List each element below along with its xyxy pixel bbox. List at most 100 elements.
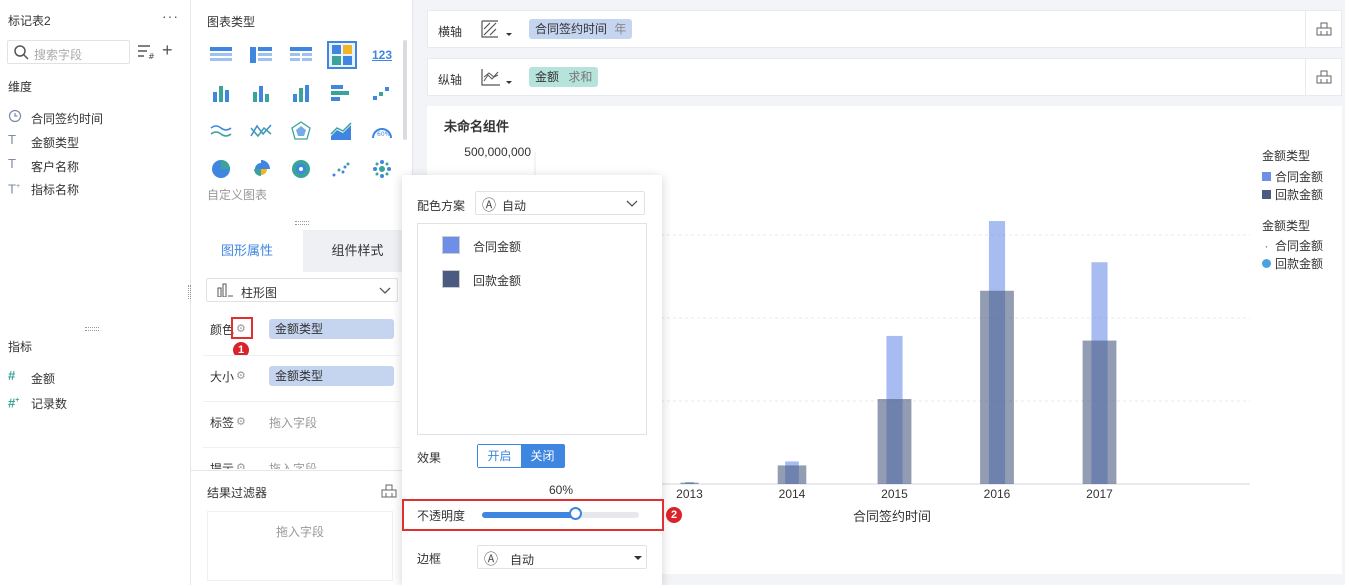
chart-type-rose-icon[interactable] [248, 157, 274, 181]
dimension-item[interactable]: T 金额类型 [8, 131, 188, 151]
chart-type-grouped-table-icon[interactable] [208, 81, 234, 105]
gear-icon[interactable]: ⚙ [236, 461, 246, 469]
more-options-button[interactable]: ··· [162, 8, 179, 24]
search-placeholder: 搜索字段 [34, 48, 83, 62]
color-settings-popup: 配色方案 Ⓐ 自动 合同金额 回款金额 效果 开启 关闭 60% 不透明度 边框… [402, 175, 664, 585]
bar-payment [980, 290, 1014, 484]
custom-chart-label: 自定义图表 [207, 188, 268, 202]
measure-item[interactable]: #+ 记录数 [8, 392, 188, 412]
legend-size-item[interactable]: · 合同金额 [1262, 237, 1324, 254]
color-scheme-select[interactable]: Ⓐ 自动 [475, 191, 645, 215]
sort-icon[interactable]: # [137, 43, 157, 61]
text-type-icon: T [8, 132, 16, 147]
svg-text:60%: 60% [377, 131, 391, 138]
filter-settings-icon[interactable] [381, 484, 397, 498]
y-axis-field-pill[interactable]: 金额 求和 [529, 67, 599, 87]
chart-type-kpi-icon[interactable]: 123 [369, 43, 395, 67]
y-axis-bar: 纵轴 金额 求和 [427, 58, 1342, 96]
chart-type-multi-pie-icon[interactable] [288, 157, 314, 181]
panel-resize-handle[interactable] [295, 221, 309, 225]
legend-size-title: 金额类型 [1262, 219, 1311, 233]
calculated-number-icon: #+ [8, 395, 20, 411]
y-axis-label: 纵轴 [438, 73, 463, 87]
gear-icon[interactable]: ⚙ [236, 415, 246, 428]
bar-payment [777, 465, 807, 484]
lock-icon [1316, 70, 1331, 84]
chart-type-stacked-bar-icon[interactable] [288, 81, 314, 105]
chart-type-crosstable-icon[interactable] [248, 43, 274, 67]
chart-type-line-icon[interactable] [208, 119, 234, 143]
x-axis-field-pill[interactable]: 合同签约时间 年 [529, 19, 633, 39]
clock-icon [8, 109, 22, 123]
measure-item[interactable]: # 金额 [8, 367, 188, 387]
x-tick-label: 2016 [984, 487, 1011, 501]
dimension-item[interactable]: T 客户名称 [8, 155, 188, 175]
chart-type-bar-icon[interactable] [248, 81, 274, 105]
dataset-title: 标记表2 [8, 14, 51, 28]
chart-type-scatter-icon[interactable] [328, 157, 354, 181]
axis-type-icon[interactable] [480, 67, 514, 89]
x-tick-label: 2015 [881, 487, 908, 501]
dimension-item[interactable]: T+ 指标名称 [8, 178, 188, 198]
chart-type-area-icon[interactable] [328, 119, 354, 143]
label-label: 标签 [210, 416, 235, 430]
scheme-value: 自动 [502, 199, 527, 213]
dimensions-label: 维度 [8, 80, 33, 94]
label-drop-placeholder[interactable]: 拖入字段 [269, 414, 317, 431]
border-select[interactable]: Ⓐ 自动 [477, 545, 647, 569]
gear-icon[interactable]: ⚙ [236, 369, 246, 382]
color-item-label: 合同金额 [473, 240, 522, 254]
x-axis-label: 横轴 [438, 25, 463, 39]
legend-size-item[interactable]: 回款金额 [1262, 255, 1323, 272]
x-axis-bar: 横轴 合同签约时间 年 [427, 10, 1342, 48]
chart-type-table-icon[interactable] [208, 43, 234, 67]
add-field-button[interactable]: + [162, 40, 173, 60]
bar-payment [1082, 340, 1117, 484]
color-swatch-payment[interactable] [442, 270, 460, 288]
tooltip-drop-placeholder[interactable]: 拖入字段 [269, 460, 317, 469]
chart-type-bubble-icon[interactable] [369, 157, 395, 181]
legend-item[interactable]: 合同金额 [1262, 168, 1323, 185]
border-label: 边框 [417, 552, 442, 566]
property-tabs: 图形属性 组件样式 [191, 230, 412, 272]
search-input[interactable]: 搜索字段 [7, 40, 130, 64]
tab-graphic-properties[interactable]: 图形属性 [191, 230, 303, 272]
x-tick-label: 2017 [1086, 487, 1113, 501]
x-axis-title: 合同签约时间 [853, 509, 931, 524]
lock-icon [1316, 22, 1331, 36]
opacity-slider-track[interactable] [482, 512, 639, 518]
svg-text:#: # [148, 52, 155, 61]
opacity-value: 60% [549, 483, 574, 497]
auto-icon: Ⓐ [482, 197, 496, 213]
dimension-item[interactable]: 合同签约时间 [8, 107, 188, 127]
y-axis-settings-button[interactable] [1305, 59, 1341, 95]
tab-component-style[interactable]: 组件样式 [303, 230, 412, 272]
chart-type-select[interactable]: 柱形图 [206, 278, 398, 302]
chart-type-radar-icon[interactable] [288, 119, 314, 143]
y-tick-label: 500,000,000 [464, 145, 531, 159]
effect-on-button[interactable]: 开启 [478, 445, 521, 467]
panel-resize-handle[interactable] [85, 327, 99, 331]
chart-type-combo-line-icon[interactable] [248, 119, 274, 143]
chart-type-custom-selected-icon[interactable] [327, 41, 357, 69]
x-axis-settings-button[interactable] [1305, 11, 1341, 47]
color-field-pill[interactable]: 金额类型 [269, 319, 394, 339]
chart-type-horizontal-bar-icon[interactable] [328, 81, 354, 105]
color-settings-highlight [231, 317, 253, 339]
size-field-pill[interactable]: 金额类型 [269, 366, 394, 386]
number-type-icon: # [8, 368, 16, 383]
result-filter-panel: 结果过滤器 拖入字段 [191, 470, 402, 585]
legend-item[interactable]: 回款金额 [1262, 186, 1323, 203]
axis-type-icon[interactable] [480, 19, 514, 41]
effect-toggle: 开启 关闭 [477, 444, 565, 468]
field-panel: 标记表2 ··· 搜索字段 # + 维度 合同签约时间 T 金额类型 T 客户名… [0, 0, 191, 585]
chart-types-scrollbar[interactable] [403, 40, 407, 140]
filter-drop-zone[interactable]: 拖入字段 [207, 511, 393, 581]
effect-off-button[interactable]: 关闭 [521, 445, 564, 467]
chart-type-waterfall-icon[interactable] [369, 81, 395, 105]
chart-type-gauge-icon[interactable]: 60% [369, 119, 395, 143]
effect-label: 效果 [417, 451, 442, 465]
chart-type-detail-table-icon[interactable] [288, 43, 314, 67]
chart-type-pie-icon[interactable] [208, 157, 234, 181]
color-swatch-contract[interactable] [442, 236, 460, 254]
